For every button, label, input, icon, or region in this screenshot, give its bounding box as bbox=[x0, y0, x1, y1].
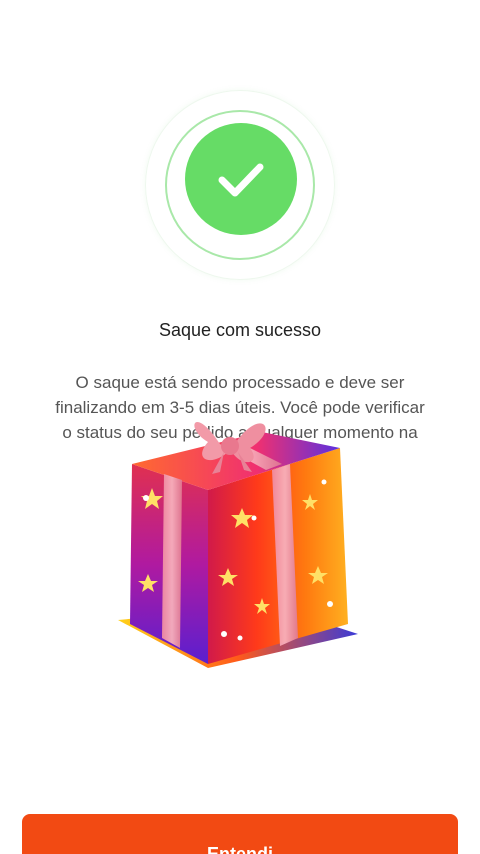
withdrawal-success-screen: Saque com sucesso O saque está sendo pro… bbox=[0, 0, 480, 854]
success-circle bbox=[185, 123, 297, 235]
page-title: Saque com sucesso bbox=[158, 320, 322, 340]
success-badge bbox=[145, 90, 335, 280]
confirm-button[interactable]: Entendi bbox=[22, 814, 458, 854]
check-icon bbox=[218, 163, 264, 197]
gift-box-icon[interactable] bbox=[112, 398, 364, 680]
